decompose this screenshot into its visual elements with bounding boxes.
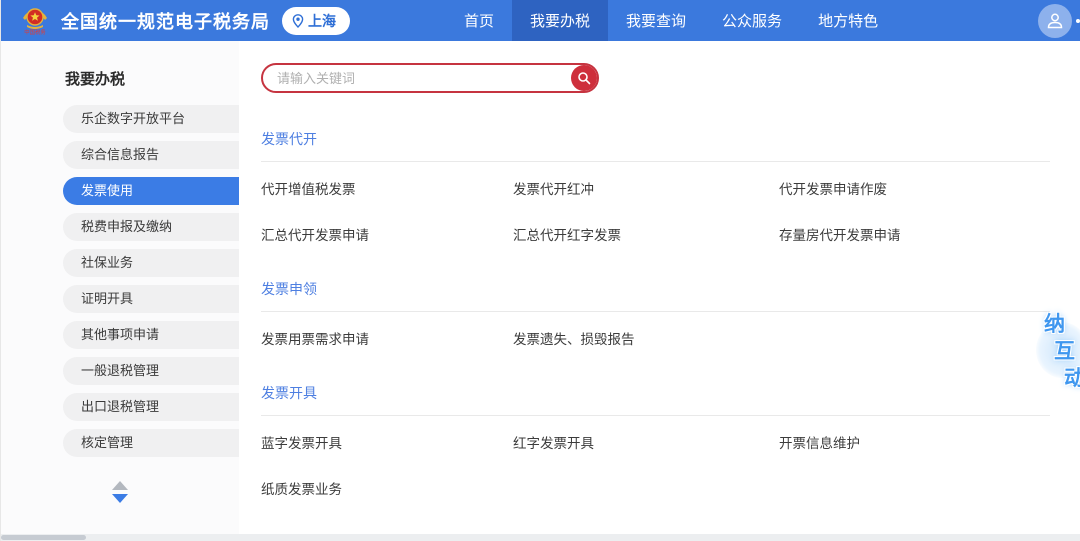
service-link[interactable]: 发票代开红冲 (513, 162, 779, 208)
top-header: 中国税务 全国统一规范电子税务局 上海 首页 我要办税 我要查询 公众服务 地方特色 (1, 0, 1080, 41)
nav-item[interactable]: 首页 (446, 0, 512, 41)
scroll-down-arrow-icon[interactable] (112, 494, 128, 503)
sidebar-item[interactable]: 税费申报及缴纳 (63, 213, 239, 241)
service-link[interactable]: 开票信息维护 (779, 416, 1050, 462)
nav-item[interactable]: 我要办税 (512, 0, 609, 41)
nav-item[interactable]: 我要查询 (608, 0, 704, 41)
nav-item[interactable]: 地方特色 (800, 0, 896, 41)
location-label: 上海 (308, 12, 336, 29)
sidebar-scroll-arrows (1, 481, 239, 503)
sidebar-item[interactable]: 核定管理 (63, 429, 239, 457)
service-link[interactable]: 蓝字发票开具 (261, 416, 513, 462)
service-link[interactable]: 代开增值税发票 (261, 162, 513, 208)
section-title: 发票代开 (261, 131, 317, 147)
body-row: 我要办税 乐企数字开放平台 综合信息报告 发票使用税费申报及缴纳 社保业务证明开具其他… (1, 41, 1080, 541)
sidebar: 我要办税 乐企数字开放平台 综合信息报告 发票使用税费申报及缴纳 社保业务证明开具其他… (1, 41, 239, 541)
main-nav: 首页 我要办税 我要查询 公众服务 地方特色 (446, 0, 896, 41)
search-icon (578, 72, 591, 85)
service-link[interactable]: 发票遗失、损毁报告 (513, 312, 779, 358)
search-bar (261, 63, 599, 93)
logo-caption: 中国税务 (24, 29, 46, 36)
nav-item[interactable]: 公众服务 (704, 0, 800, 41)
service-link[interactable]: 汇总代开红字发票 (513, 208, 779, 254)
service-section: 发票代开代开增值税发票 发票代开红冲 代开发票申请作废汇总代开发票申请 汇总代开红字发… (261, 129, 1050, 254)
sidebar-item[interactable]: 一般退税管理 (63, 357, 239, 385)
page: 中国税务 全国统一规范电子税务局 上海 首页 我要办税 我要查询 公众服务 地方特色 我… (0, 0, 1080, 541)
service-link[interactable]: 红字发票开具 (513, 416, 779, 462)
search-button[interactable] (571, 65, 597, 91)
location-pill[interactable]: 上海 (282, 6, 350, 35)
site-title: 全国统一规范电子税务局 (61, 11, 270, 32)
user-avatar[interactable] (1038, 4, 1072, 38)
national-emblem-icon (23, 7, 47, 29)
sidebar-item[interactable]: 证明开具 (63, 285, 239, 313)
section-title: 发票申领 (261, 281, 317, 297)
sidebar-item[interactable]: 综合信息报告 (63, 141, 239, 169)
horizontal-scrollbar[interactable] (1, 534, 1080, 541)
location-pin-icon (292, 13, 304, 28)
service-link[interactable]: 纸质发票业务 (261, 462, 513, 508)
service-link[interactable]: 发票用票需求申请 (261, 312, 513, 358)
user-icon (1047, 13, 1063, 29)
sidebar-item[interactable]: 乐企数字开放平台 (63, 105, 239, 133)
main-content: 发票代开代开增值税发票发票代开红冲代开发票申请作废汇总代开发票申请汇总代开红字发… (239, 41, 1080, 541)
horizontal-scrollbar-thumb[interactable] (1, 535, 86, 540)
sidebar-title: 我要办税 (65, 71, 126, 88)
service-section: 发票开具蓝字发票开具 红字发票开具 开票信息维护纸质发票业务 (261, 383, 1050, 508)
tax-bureau-logo: 中国税务 (17, 6, 53, 36)
header-cut-dot (1076, 19, 1080, 23)
sidebar-item[interactable]: 发票使用 (63, 177, 239, 205)
sidebar-menu: 乐企数字开放平台 综合信息报告 发票使用税费申报及缴纳 社保业务证明开具其他事项申请一… (1, 105, 239, 457)
service-link[interactable]: 存量房代开发票申请 (779, 208, 1050, 254)
section-title: 发票开具 (261, 385, 317, 401)
section-items: 蓝字发票开具 红字发票开具 开票信息维护纸质发票业务 (261, 416, 1050, 508)
sidebar-item[interactable]: 社保业务 (63, 249, 239, 277)
sections: 发票代开代开增值税发票 发票代开红冲 代开发票申请作废汇总代开发票申请 汇总代开红字发… (261, 129, 1050, 541)
scroll-up-arrow-icon[interactable] (112, 481, 128, 490)
sidebar-item[interactable]: 其他事项申请 (63, 321, 239, 349)
section-items: 代开增值税发票 发票代开红冲 代开发票申请作废汇总代开发票申请 汇总代开红字发票 存量房… (261, 162, 1050, 254)
section-items: 发票用票需求申请 发票遗失、损毁报告 (261, 312, 1050, 358)
sidebar-item[interactable]: 出口退税管理 (63, 393, 239, 421)
service-section: 发票申领发票用票需求申请 发票遗失、损毁报告 (261, 279, 1050, 358)
service-link[interactable]: 汇总代开发票申请 (261, 208, 513, 254)
service-link[interactable]: 代开发票申请作废 (779, 162, 1050, 208)
search-input[interactable] (261, 63, 599, 93)
